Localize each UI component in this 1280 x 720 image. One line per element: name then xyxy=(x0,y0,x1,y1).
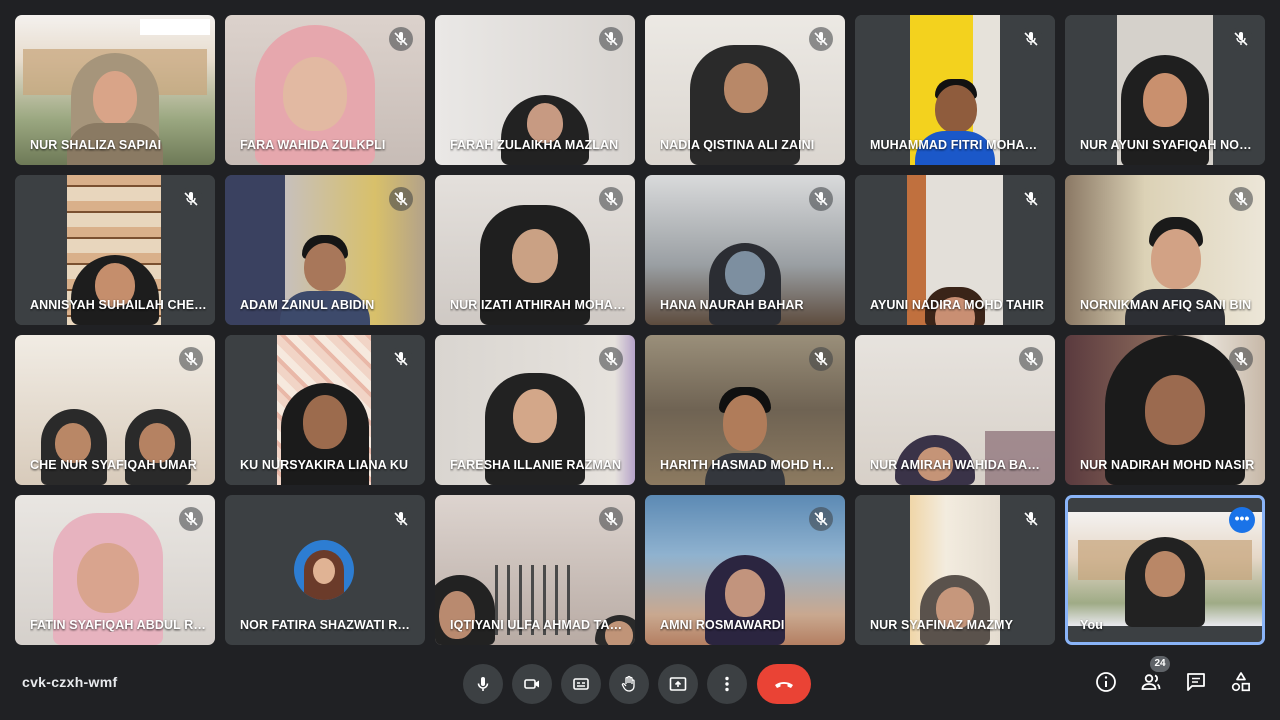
participant-tile[interactable]: NOR FATIRA SHAZWATI ROSLAN xyxy=(225,495,425,645)
participant-name: HANA NAURAH BAHAR xyxy=(660,298,804,312)
captions-button[interactable] xyxy=(561,664,601,704)
participant-tile[interactable]: HARITH HASMAD MOHD HASNI xyxy=(645,335,845,485)
more-options-button[interactable]: ••• xyxy=(1229,507,1255,533)
participant-tile[interactable]: HANA NAURAH BAHAR xyxy=(645,175,845,325)
participant-name: HARITH HASMAD MOHD HASNI xyxy=(660,458,837,472)
participant-name: NUR SHALIZA SAPIAI xyxy=(30,138,162,152)
participant-tile[interactable]: FARAH ZULAIKHA MAZLAN xyxy=(435,15,635,165)
avatar xyxy=(294,540,354,600)
mic-off-icon xyxy=(809,187,833,211)
participant-name: You xyxy=(1080,618,1103,632)
info-icon xyxy=(1096,672,1116,692)
participant-name: NUR IZATI ATHIRAH MOHAMAD xyxy=(450,298,627,312)
people-button[interactable] xyxy=(1139,670,1163,694)
participant-tile[interactable]: AMNI ROSMAWARDI xyxy=(645,495,845,645)
present-icon xyxy=(669,677,687,691)
mic-off-icon xyxy=(1019,507,1043,531)
mic-off-icon xyxy=(599,347,623,371)
participant-count-badge: 24 xyxy=(1150,656,1170,672)
mic-off-icon xyxy=(179,507,203,531)
participant-name: NORNIKMAN AFIQ SANI BIN xyxy=(1080,298,1252,312)
mic-off-icon xyxy=(1229,187,1253,211)
participant-name: NOR FATIRA SHAZWATI ROSLAN xyxy=(240,618,417,632)
activities-button[interactable] xyxy=(1229,670,1253,694)
participant-tile[interactable]: NUR NADIRAH MOHD NASIR xyxy=(1065,335,1265,485)
mic-off-icon xyxy=(599,27,623,51)
participant-name: AYUNI NADIRA MOHD TAHIR xyxy=(870,298,1045,312)
participant-name: FARA WAHIDA ZULKPLI xyxy=(240,138,386,152)
mic-off-icon xyxy=(389,507,413,531)
participant-tile[interactable]: MUHAMMAD FITRI MOHAMAD xyxy=(855,15,1055,165)
end-call-icon xyxy=(775,682,793,688)
end-call-button[interactable] xyxy=(757,664,811,704)
more-options-button[interactable] xyxy=(707,664,747,704)
participant-name: NUR AMIRAH WAHIDA BAHARI xyxy=(870,458,1047,472)
mic-off-icon xyxy=(1019,27,1043,51)
mic-off-icon xyxy=(809,347,833,371)
mic-off-icon xyxy=(809,507,833,531)
more-vert-icon xyxy=(725,676,729,692)
participant-tile[interactable]: FARESHA ILLANIE RAZMAN xyxy=(435,335,635,485)
meeting-code: cvk-czxh-wmf xyxy=(22,674,118,690)
present-button[interactable] xyxy=(658,664,698,704)
activities-icon xyxy=(1231,672,1250,692)
mic-off-icon xyxy=(599,507,623,531)
mic-off-icon xyxy=(1019,187,1043,211)
hand-icon xyxy=(621,675,635,692)
mic-icon xyxy=(477,677,489,691)
mic-off-icon xyxy=(389,347,413,371)
participant-tile[interactable]: NUR SHALIZA SAPIAI xyxy=(15,15,215,165)
participant-tile[interactable]: ADAM ZAINUL ABIDIN xyxy=(225,175,425,325)
participant-tile[interactable]: CHE NUR SYAFIQAH UMAR xyxy=(15,335,215,485)
raise-hand-button[interactable] xyxy=(609,664,649,704)
participant-name: FATIN SYAFIQAH ABDUL RAHMAN xyxy=(30,618,207,632)
mic-off-icon xyxy=(179,187,203,211)
participant-tile[interactable]: NORNIKMAN AFIQ SANI BIN xyxy=(1065,175,1265,325)
participant-name: FARESHA ILLANIE RAZMAN xyxy=(450,458,622,472)
participant-tile[interactable]: ANNISYAH SUHAILAH CHE HASSAN xyxy=(15,175,215,325)
mic-off-icon xyxy=(1229,27,1253,51)
mic-off-icon xyxy=(599,187,623,211)
camera-button[interactable] xyxy=(512,664,552,704)
participant-name: FARAH ZULAIKHA MAZLAN xyxy=(450,138,619,152)
participant-tile[interactable]: IQTIYANI ULFA AHMAD TARMIZI xyxy=(435,495,635,645)
participant-name: AMNI ROSMAWARDI xyxy=(660,618,785,632)
mic-off-icon xyxy=(809,27,833,51)
participant-tile[interactable]: NUR AYUNI SYAFIQAH NORDIN xyxy=(1065,15,1265,165)
mic-off-icon xyxy=(389,187,413,211)
mic-off-icon xyxy=(389,27,413,51)
participant-video xyxy=(1125,517,1205,627)
participant-tile[interactable]: NUR IZATI ATHIRAH MOHAMAD xyxy=(435,175,635,325)
participant-tile[interactable]: AYUNI NADIRA MOHD TAHIR xyxy=(855,175,1055,325)
participant-name: NUR SYAFINAZ MAZMY xyxy=(870,618,1014,632)
captions-icon xyxy=(573,678,589,690)
control-bar: cvk-czxh-wmf 24 xyxy=(0,650,1280,720)
participant-name: ADAM ZAINUL ABIDIN xyxy=(240,298,375,312)
participant-name: NUR AYUNI SYAFIQAH NORDIN xyxy=(1080,138,1257,152)
participant-tile[interactable]: NUR AMIRAH WAHIDA BAHARI xyxy=(855,335,1055,485)
chat-button[interactable] xyxy=(1184,670,1208,694)
participant-name: ANNISYAH SUHAILAH CHE HASSAN xyxy=(30,298,207,312)
participant-tile[interactable]: NUR SYAFINAZ MAZMY xyxy=(855,495,1055,645)
info-button[interactable] xyxy=(1094,670,1118,694)
participant-name: NUR NADIRAH MOHD NASIR xyxy=(1080,458,1255,472)
participant-tile[interactable]: KU NURSYAKIRA LIANA KU xyxy=(225,335,425,485)
mic-off-icon xyxy=(1019,347,1043,371)
mic-button[interactable] xyxy=(463,664,503,704)
mic-off-icon xyxy=(1229,347,1253,371)
camera-icon xyxy=(524,679,539,689)
participant-name: CHE NUR SYAFIQAH UMAR xyxy=(30,458,197,472)
chat-icon xyxy=(1187,673,1205,691)
participant-tile[interactable]: NADIA QISTINA ALI ZAINI xyxy=(645,15,845,165)
participant-tile[interactable]: FATIN SYAFIQAH ABDUL RAHMAN xyxy=(15,495,215,645)
people-icon xyxy=(1141,674,1161,690)
mic-off-icon xyxy=(179,347,203,371)
self-tile[interactable]: ••• You xyxy=(1065,495,1265,645)
participant-grid: NUR SHALIZA SAPIAI FARA WAHIDA ZULKPLI F… xyxy=(15,15,1265,645)
participant-name: IQTIYANI ULFA AHMAD TARMIZI xyxy=(450,618,627,632)
participant-name: MUHAMMAD FITRI MOHAMAD xyxy=(870,138,1047,152)
participant-name: NADIA QISTINA ALI ZAINI xyxy=(660,138,815,152)
participant-name: KU NURSYAKIRA LIANA KU xyxy=(240,458,409,472)
participant-tile[interactable]: FARA WAHIDA ZULKPLI xyxy=(225,15,425,165)
